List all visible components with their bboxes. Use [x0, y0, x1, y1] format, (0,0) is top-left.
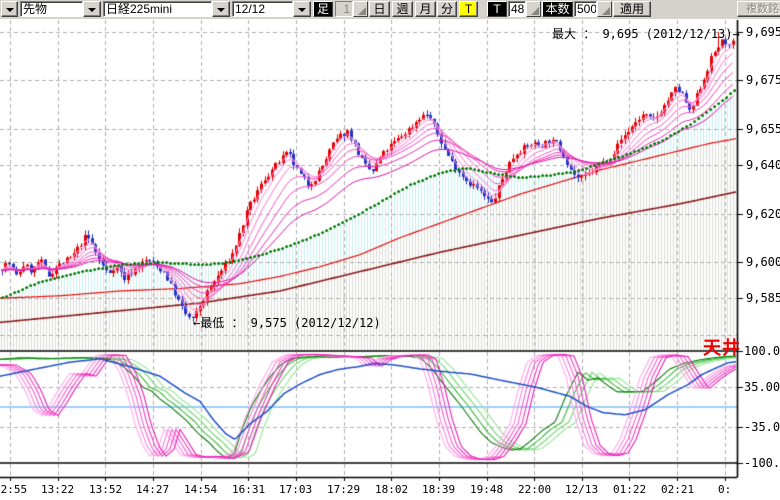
bars-label: 本数: [542, 1, 573, 17]
tick-unit-value: 48: [508, 1, 526, 17]
time-axis-label: 02:21: [661, 483, 694, 496]
multi-symbol-button[interactable]: 複数銘柄: [737, 1, 780, 17]
time-axis-label: 12:55: [0, 483, 27, 496]
interval-value: 1: [335, 1, 353, 17]
price-axis-label: 9,695: [746, 25, 780, 39]
apply-button[interactable]: 適用: [613, 1, 651, 17]
time-axis-label: 19:48: [470, 483, 503, 496]
price-axis-label: 9,620: [746, 207, 780, 221]
oscillator-axis-label: 100.00: [744, 344, 780, 358]
period-day-button[interactable]: 日: [369, 1, 390, 17]
category-select[interactable]: 先物: [20, 1, 101, 17]
chevron-down-icon[interactable]: [83, 1, 101, 17]
time-axis-label: 14:27: [136, 483, 169, 496]
price-axis-label: 9,585: [746, 291, 780, 305]
time-axis-label: 18:02: [375, 483, 408, 496]
time-axis-label: 13:22: [41, 483, 74, 496]
bars-spinner[interactable]: 500: [574, 1, 612, 17]
price-axis-label: 9,600: [746, 255, 780, 269]
period-week-button[interactable]: 週: [392, 1, 413, 17]
date-select[interactable]: 12/12: [232, 1, 311, 17]
session-high-annotation: 最大 ： 9,695 (2012/12/13)→: [552, 25, 740, 42]
time-axis-label: 17:03: [279, 483, 312, 496]
ashi-toggle-button[interactable]: 足: [313, 1, 333, 17]
time-axis-label: 16:31: [232, 483, 265, 496]
date-value: 12/12: [232, 1, 293, 17]
period-month-button[interactable]: 月: [415, 1, 436, 17]
time-axis-label: 14:54: [184, 483, 217, 496]
price-chart-canvas[interactable]: [0, 19, 780, 500]
oscillator-axis-label: -35.00: [744, 420, 780, 434]
time-axis-label: 22:00: [518, 483, 551, 496]
price-axis-label: 9,640: [746, 158, 780, 172]
time-axis-label: 12/13: [565, 483, 598, 496]
time-axis-label: 0:: [718, 483, 731, 496]
spinner-handle-icon[interactable]: [353, 1, 368, 17]
tick-unit-spinner[interactable]: 48: [508, 1, 541, 17]
spinner-handle-icon[interactable]: [597, 1, 612, 17]
period-tick-button[interactable]: T: [459, 1, 478, 17]
category-value: 先物: [20, 1, 83, 17]
oscillator-axis-label: -100.00: [744, 456, 780, 470]
toolbar-menu-button[interactable]: [1, 1, 18, 17]
oscillator-axis-label: 35.00: [744, 380, 780, 394]
tick-unit-label: T: [487, 1, 507, 17]
price-axis-label: 9,655: [746, 122, 780, 136]
chart-window: 先物 日経225mini 12/12 足 1 日 週 月 分 T T 48 本数…: [0, 0, 780, 500]
price-axis-label: 9,675: [746, 73, 780, 87]
chevron-down-icon[interactable]: [293, 1, 311, 17]
time-axis-label: 01:22: [613, 483, 646, 496]
session-low-annotation: ←最低 ： 9,575 (2012/12/12): [193, 314, 381, 331]
time-axis-label: 17:29: [327, 483, 360, 496]
ceiling-signal-label: 天井: [703, 334, 741, 360]
chevron-down-icon[interactable]: [212, 1, 230, 17]
instrument-value: 日経225mini: [103, 1, 212, 17]
bars-value: 500: [574, 1, 597, 17]
interval-spinner[interactable]: 1: [335, 1, 368, 17]
spinner-handle-icon[interactable]: [526, 1, 541, 17]
time-axis-label: 13:52: [89, 483, 122, 496]
time-axis-label: 18:39: [422, 483, 455, 496]
instrument-select[interactable]: 日経225mini: [103, 1, 230, 17]
period-minute-button[interactable]: 分: [437, 1, 457, 17]
chevron-down-icon: [6, 8, 14, 12]
toolbar: 先物 日経225mini 12/12 足 1 日 週 月 分 T T 48 本数…: [0, 0, 780, 20]
